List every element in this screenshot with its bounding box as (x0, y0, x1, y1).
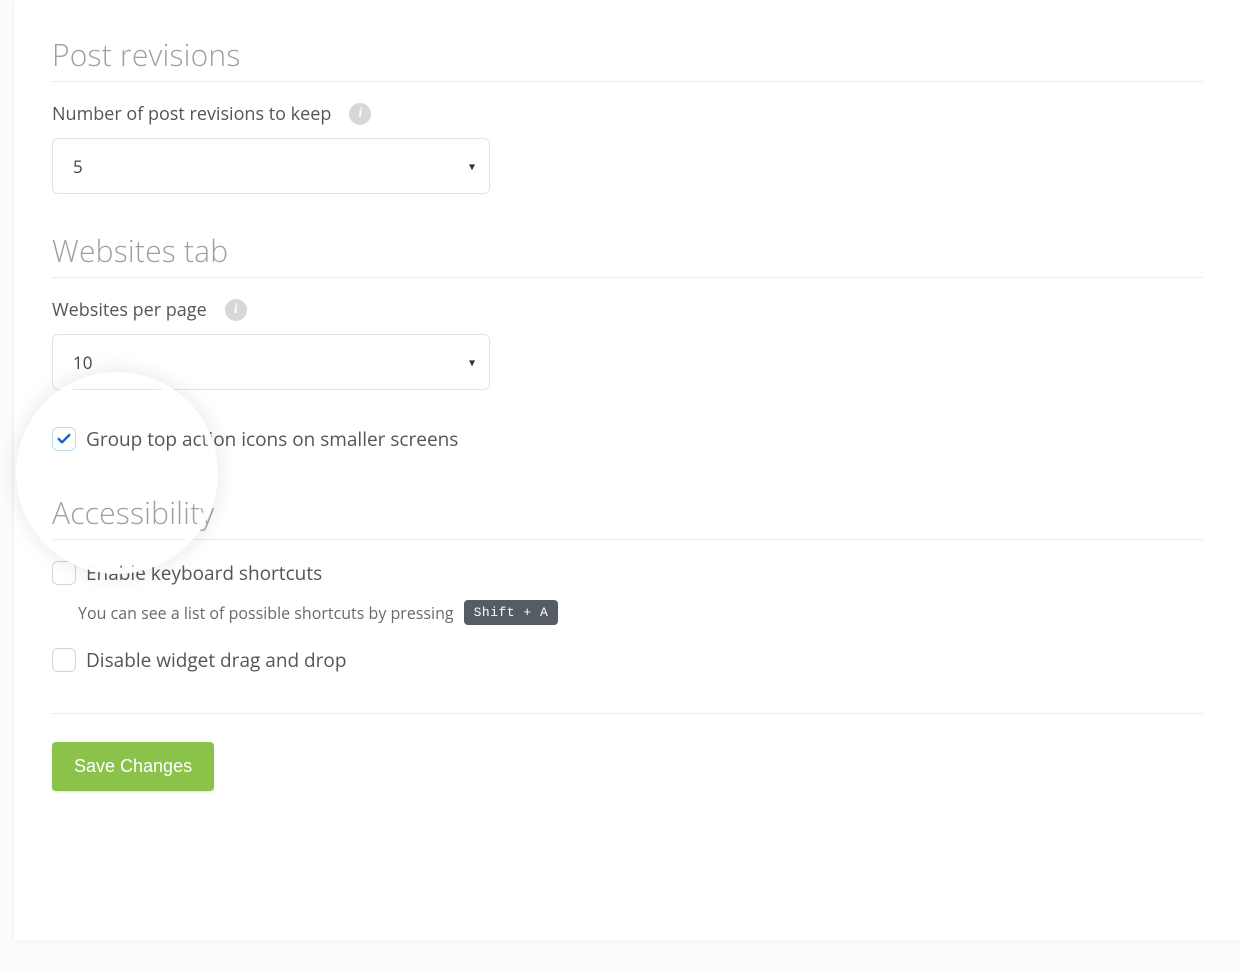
divider (52, 539, 1203, 540)
kbd-shortcut: Shift + A (464, 600, 559, 625)
row-disable-dnd: Disable widget drag and drop (52, 647, 1203, 673)
select-post-revisions-value: 5 (73, 155, 83, 178)
select-websites-per-page-value: 10 (73, 351, 92, 374)
label-enable-shortcuts: Enable keyboard shortcuts (86, 560, 322, 586)
section-title-accessibility: Accessibility (52, 492, 1203, 533)
row-group-top-icons: Group top action icons on smaller screen… (52, 426, 1203, 452)
select-websites-per-page[interactable]: 10 ▾ (52, 334, 490, 390)
info-icon[interactable]: i (225, 299, 247, 321)
section-title-websites-tab: Websites tab (52, 230, 1203, 271)
select-post-revisions[interactable]: 5 ▾ (52, 138, 490, 194)
label-disable-dnd: Disable widget drag and drop (86, 647, 346, 673)
help-text-shortcuts: You can see a list of possible shortcuts… (78, 600, 1203, 625)
check-icon (56, 431, 72, 447)
label-post-revisions: Number of post revisions to keep (52, 102, 331, 126)
label-group-top-icons: Group top action icons on smaller screen… (86, 426, 458, 452)
divider (52, 81, 1203, 82)
divider (52, 713, 1203, 714)
section-title-post-revisions: Post revisions (52, 34, 1203, 75)
checkbox-group-top-icons[interactable] (52, 427, 76, 451)
help-text-shortcuts-text: You can see a list of possible shortcuts… (78, 602, 454, 624)
label-websites-per-page: Websites per page (52, 298, 207, 322)
divider (52, 277, 1203, 278)
save-button[interactable]: Save Changes (52, 742, 214, 791)
chevron-down-icon: ▾ (469, 158, 475, 175)
info-icon[interactable]: i (349, 103, 371, 125)
chevron-down-icon: ▾ (469, 354, 475, 371)
checkbox-disable-dnd[interactable] (52, 648, 76, 672)
checkbox-enable-shortcuts[interactable] (52, 561, 76, 585)
row-enable-shortcuts: Enable keyboard shortcuts (52, 560, 1203, 586)
